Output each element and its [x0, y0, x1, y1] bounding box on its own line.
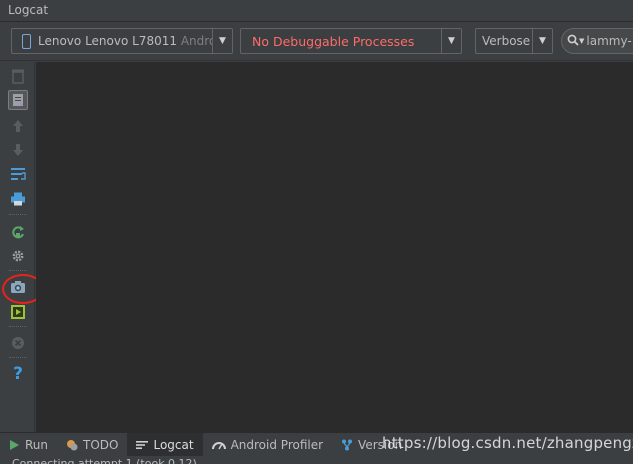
toolbar-separator — [9, 357, 27, 358]
up-arrow-icon[interactable] — [8, 116, 28, 136]
search-input[interactable] — [586, 34, 633, 48]
toolbar-separator — [9, 326, 27, 327]
tab-logcat-label: Logcat — [153, 437, 194, 452]
logcat-toolbar: Lenovo Lenovo L78011 Andro ▼ No Debuggab… — [0, 23, 633, 61]
version-control-icon — [341, 439, 353, 451]
tab-todo-label: TODO — [83, 437, 119, 452]
search-icon[interactable] — [567, 34, 579, 49]
tab-logcat[interactable]: Logcat — [127, 433, 203, 456]
toolbar-separator — [9, 270, 27, 271]
run-icon — [9, 439, 20, 451]
settings-icon[interactable] — [8, 246, 28, 266]
logcat-output-area[interactable] — [36, 62, 633, 432]
chevron-down-icon[interactable]: ▼ — [441, 29, 461, 53]
print-icon[interactable] — [8, 189, 28, 209]
screen-record-icon[interactable] — [8, 302, 28, 322]
tab-todo[interactable]: TODO — [57, 433, 127, 456]
process-label: No Debuggable Processes — [252, 33, 415, 49]
chevron-down-icon[interactable]: ▼ — [212, 29, 232, 53]
device-label: Lenovo Lenovo L78011 — [38, 34, 177, 48]
log-level-selector[interactable]: Verbose ▼ — [475, 28, 553, 54]
search-field[interactable]: ▼ — [561, 28, 633, 54]
tab-android-profiler[interactable]: Android Profiler — [203, 433, 332, 456]
log-level-label: Verbose — [482, 34, 531, 48]
tool-window-title: Logcat — [0, 0, 633, 22]
process-selector[interactable]: No Debuggable Processes ▼ — [240, 28, 462, 54]
phone-icon — [22, 33, 31, 49]
soft-wraps-icon[interactable] — [8, 164, 28, 184]
profiler-icon — [211, 440, 226, 450]
tab-run[interactable]: Run — [0, 433, 57, 456]
toolbar-separator — [9, 214, 27, 215]
status-bar: Connecting attempt 1 (took 0.12) — [0, 456, 633, 464]
trash-icon[interactable] — [8, 66, 28, 86]
todo-icon — [66, 439, 78, 451]
device-suffix: Andro — [180, 34, 212, 48]
down-arrow-icon[interactable] — [8, 140, 28, 160]
device-selector[interactable]: Lenovo Lenovo L78011 Andro ▼ — [11, 28, 233, 54]
logcat-side-toolbar: ? — [0, 62, 35, 432]
terminate-icon[interactable] — [8, 333, 28, 353]
watermark-text: https://blog.csdn.net/zhangpengzp — [382, 434, 633, 452]
tab-android-profiler-label: Android Profiler — [230, 437, 324, 452]
logcat-icon — [136, 440, 149, 450]
search-history-caret-icon[interactable]: ▼ — [579, 37, 584, 45]
tab-run-label: Run — [25, 437, 49, 452]
chevron-down-icon[interactable]: ▼ — [532, 29, 552, 53]
help-icon[interactable]: ? — [8, 364, 28, 384]
scroll-to-end-icon[interactable] — [8, 90, 28, 110]
restart-icon[interactable] — [8, 222, 28, 242]
